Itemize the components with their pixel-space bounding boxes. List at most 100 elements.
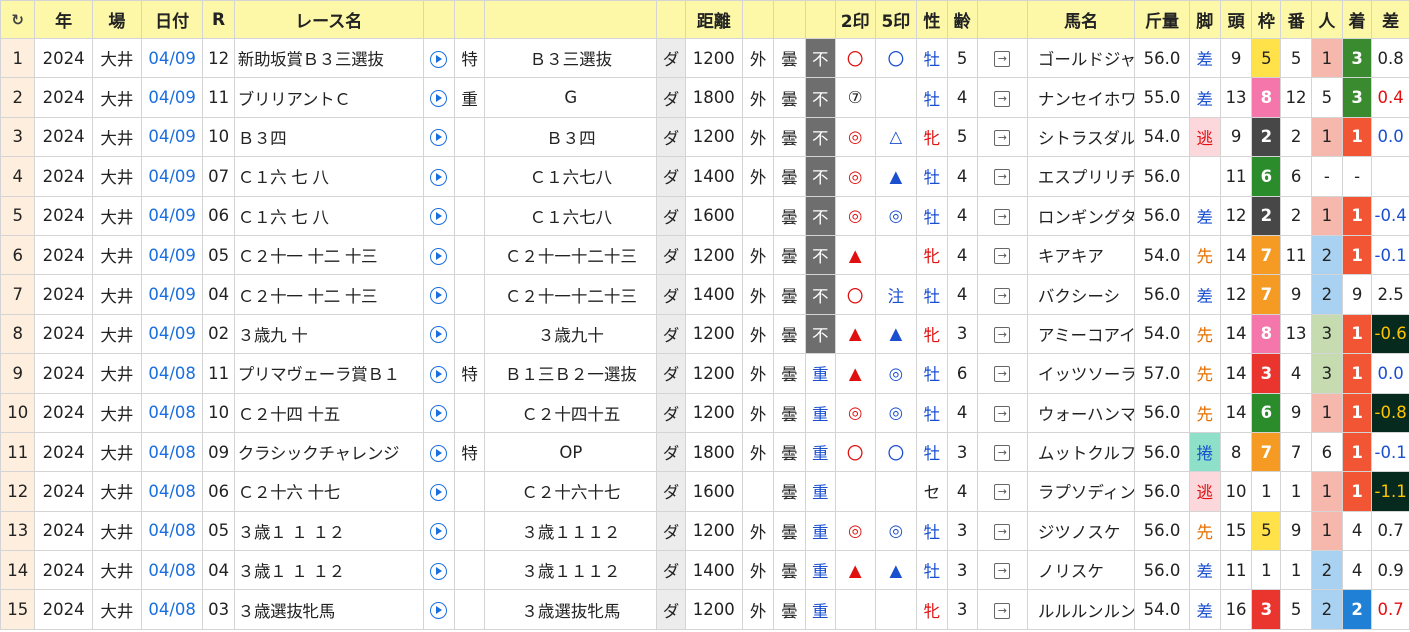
external-link-icon[interactable]: → <box>994 523 1011 540</box>
header-ninki[interactable]: 人 <box>1310 0 1344 39</box>
horse-link-cell[interactable]: → <box>976 234 1028 276</box>
header-waku[interactable]: 枠 <box>1251 0 1282 39</box>
horse-link-cell[interactable]: → <box>976 550 1028 591</box>
play-cell[interactable] <box>422 550 455 591</box>
play-circle-icon[interactable] <box>430 168 448 186</box>
horse-name-cell[interactable]: エスプリリチャード <box>1026 156 1136 197</box>
header-diff[interactable]: 差 <box>1371 0 1410 39</box>
table-row[interactable]: 6 2024 大井 04/09 05 Ｃ２十一 十二 十三 Ｃ２十一十二十三ダ 1200 外曇不… <box>0 234 1410 276</box>
date-link[interactable]: 04/09 <box>140 156 204 197</box>
external-link-icon[interactable]: → <box>994 248 1011 265</box>
play-cell[interactable] <box>422 116 455 158</box>
play-cell[interactable] <box>422 37 455 79</box>
horse-name-cell[interactable]: アミーコアイドル <box>1026 313 1136 355</box>
date-link[interactable]: 04/09 <box>140 195 204 236</box>
play-circle-icon[interactable] <box>430 50 448 68</box>
play-cell[interactable] <box>422 234 455 276</box>
horse-link-cell[interactable]: → <box>976 471 1028 512</box>
date-link[interactable]: 04/08 <box>140 353 204 394</box>
table-row[interactable]: 4 2024 大井 04/09 07 Ｃ１六 七 八 Ｃ１六七八ダ 1400 外曇不 ◎ ▲ 牡 4 → エ… <box>0 156 1410 197</box>
horse-name-cell[interactable]: ルルルンルン <box>1026 589 1136 630</box>
horse-name-cell[interactable]: ムットクルフェ <box>1026 431 1136 473</box>
horse-link-cell[interactable]: → <box>976 589 1028 630</box>
play-circle-icon[interactable] <box>430 287 448 305</box>
table-row[interactable]: 9 2024 大井 04/08 11 プリマヴェーラ賞Ｂ１ 特 Ｂ１三Ｂ２一選抜ダ 1200 外曇… <box>0 353 1410 394</box>
header-mark2[interactable]: 2印 <box>834 0 876 39</box>
play-cell[interactable] <box>422 589 455 630</box>
horse-link-cell[interactable]: → <box>976 431 1028 473</box>
date-link[interactable]: 04/08 <box>140 589 204 630</box>
date-link[interactable]: 04/09 <box>140 313 204 355</box>
header-heads[interactable]: 頭 <box>1219 0 1253 39</box>
external-link-icon[interactable]: → <box>994 602 1011 619</box>
horse-link-cell[interactable]: → <box>976 353 1028 394</box>
play-circle-icon[interactable] <box>430 129 448 147</box>
play-cell[interactable] <box>422 431 455 473</box>
external-link-icon[interactable]: → <box>994 445 1011 462</box>
play-cell[interactable] <box>422 77 455 118</box>
horse-link-cell[interactable]: → <box>976 195 1028 236</box>
external-link-icon[interactable]: → <box>994 405 1011 422</box>
external-link-icon[interactable]: → <box>994 169 1011 186</box>
external-link-icon[interactable]: → <box>994 484 1011 501</box>
header-distance[interactable]: 距離 <box>684 0 743 39</box>
horse-name-cell[interactable]: ジツノスケ <box>1026 510 1136 552</box>
header-race-name[interactable]: レース名 <box>233 0 424 39</box>
external-link-icon[interactable]: → <box>994 90 1011 107</box>
horse-name-cell[interactable]: ゴールドジャッジ <box>1026 37 1136 79</box>
play-circle-icon[interactable] <box>430 444 448 462</box>
play-circle-icon[interactable] <box>430 326 448 344</box>
date-link[interactable]: 04/09 <box>140 234 204 276</box>
external-link-icon[interactable]: → <box>994 208 1011 225</box>
play-circle-icon[interactable] <box>430 483 448 501</box>
horse-link-cell[interactable]: → <box>976 156 1028 197</box>
header-ban[interactable]: 番 <box>1280 0 1312 39</box>
refresh-icon[interactable]: ↻ <box>0 0 36 39</box>
table-row[interactable]: 3 2024 大井 04/09 10 Ｂ３四 Ｂ３四ダ 1200 外曇不 ◎ △ 牝 5 → シトラスダル 5… <box>0 116 1410 158</box>
horse-name-cell[interactable]: ノリスケ <box>1026 550 1136 591</box>
horse-name-cell[interactable]: イッツソーラッド <box>1026 353 1136 394</box>
play-cell[interactable] <box>422 510 455 552</box>
play-cell[interactable] <box>422 274 455 315</box>
table-row[interactable]: 14 2024 大井 04/08 04 ３歳１ １ １２ ３歳１１１２ ダ 1400 外曇重 ▲ ▲ 牡… <box>0 550 1410 591</box>
play-circle-icon[interactable] <box>430 562 448 580</box>
horse-name-cell[interactable]: キアキア <box>1026 234 1136 276</box>
table-row[interactable]: 15 2024 大井 04/08 03 ３歳選抜牝馬 ３歳選抜牝馬ダ 1200 外曇重牝 3 → ルル… <box>0 589 1410 630</box>
play-circle-icon[interactable] <box>430 365 448 383</box>
external-link-icon[interactable]: → <box>994 129 1011 146</box>
table-row[interactable]: 10 2024 大井 04/08 10 Ｃ２十四 十五 Ｃ２十四十五ダ 1200 外曇重 ◎ ◎ 牡 4… <box>0 392 1410 433</box>
play-circle-icon[interactable] <box>430 208 448 226</box>
horse-name-cell[interactable]: ラプソディンブルー <box>1026 471 1136 512</box>
header-age[interactable]: 齢 <box>946 0 978 39</box>
horse-name-cell[interactable]: ウォーハンマー <box>1026 392 1136 433</box>
header-date[interactable]: 日付 <box>140 0 204 39</box>
horse-link-cell[interactable]: → <box>976 392 1028 433</box>
table-row[interactable]: 8 2024 大井 04/09 02 ３歳九 十 ３歳九十ダ 1200 外曇不 ▲ ▲ 牝 3 → アミーコ… <box>0 313 1410 355</box>
play-circle-icon[interactable] <box>430 405 448 423</box>
play-circle-icon[interactable] <box>430 90 448 108</box>
horse-link-cell[interactable]: → <box>976 37 1028 79</box>
horse-name-cell[interactable]: シトラスダル <box>1026 116 1136 158</box>
external-link-icon[interactable]: → <box>994 287 1011 304</box>
external-link-icon[interactable]: → <box>994 563 1011 580</box>
table-row[interactable]: 2 2024 大井 04/09 11 ブリリアントＣ 重 G ダ 1800 外曇不 ⑦ 牡 4 → ナンセイホ… <box>0 77 1410 118</box>
table-row[interactable]: 12 2024 大井 04/08 06 Ｃ２十六 十七 Ｃ２十六十七ダ 1600 曇重 セ 4 → ラプ… <box>0 471 1410 512</box>
date-link[interactable]: 04/08 <box>140 471 204 512</box>
external-link-icon[interactable]: → <box>994 326 1011 343</box>
play-cell[interactable] <box>422 392 455 433</box>
table-row[interactable]: 13 2024 大井 04/08 05 ３歳１ １ １２ ３歳１１１２ ダ 1200 外曇重 ◎ ◎ 牡… <box>0 510 1410 552</box>
table-row[interactable]: 1 2024 大井 04/09 12 新助坂賞Ｂ３三選抜特 Ｂ３三選抜ダ 1200 外曇不〇〇牡… <box>0 37 1410 79</box>
external-link-icon[interactable]: → <box>994 366 1011 383</box>
header-sex[interactable]: 性 <box>916 0 948 39</box>
date-link[interactable]: 04/08 <box>140 392 204 433</box>
external-link-icon[interactable]: → <box>994 51 1011 68</box>
play-cell[interactable] <box>422 156 455 197</box>
play-cell[interactable] <box>422 471 455 512</box>
header-chaku[interactable]: 着 <box>1341 0 1373 39</box>
date-link[interactable]: 04/09 <box>140 37 204 79</box>
table-row[interactable]: 7 2024 大井 04/09 04 Ｃ２十一 十二 十三 Ｃ２十一十二十三ダ 1400 外曇不… <box>0 274 1410 315</box>
play-cell[interactable] <box>422 353 455 394</box>
play-circle-icon[interactable] <box>430 523 448 541</box>
play-circle-icon[interactable] <box>430 602 448 620</box>
header-weight[interactable]: 斤量 <box>1134 0 1190 39</box>
